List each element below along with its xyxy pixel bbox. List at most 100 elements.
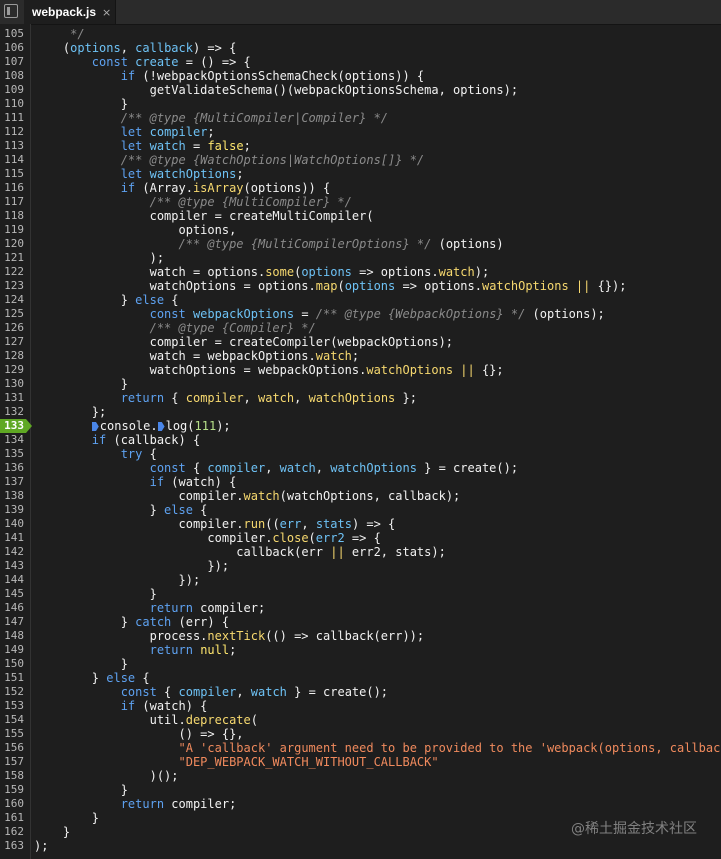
line-number[interactable]: 123 bbox=[0, 279, 24, 293]
line-number[interactable]: 112 bbox=[0, 125, 24, 139]
line-number[interactable]: 117 bbox=[0, 195, 24, 209]
line-number[interactable]: 148 bbox=[0, 629, 24, 643]
line-number[interactable]: 163 bbox=[0, 839, 24, 853]
line-number[interactable]: 162 bbox=[0, 825, 24, 839]
line-number[interactable]: 108 bbox=[0, 69, 24, 83]
line-number[interactable]: 135 bbox=[0, 447, 24, 461]
code-line: 106 (options, callback) => { bbox=[0, 41, 721, 55]
line-number[interactable]: 126 bbox=[0, 321, 24, 335]
line-number[interactable]: 133 bbox=[0, 419, 24, 433]
code-text: compiler.run((err, stats) => { bbox=[34, 517, 396, 531]
code-text: /** @type {WatchOptions|WatchOptions[]} … bbox=[34, 153, 424, 167]
line-number[interactable]: 158 bbox=[0, 769, 24, 783]
code-line: 113 let watch = false; bbox=[0, 139, 721, 153]
line-number[interactable]: 138 bbox=[0, 489, 24, 503]
line-number[interactable]: 145 bbox=[0, 587, 24, 601]
code-text: watch = options.some(options => options.… bbox=[34, 265, 490, 279]
line-number[interactable]: 150 bbox=[0, 657, 24, 671]
line-number[interactable]: 134 bbox=[0, 433, 24, 447]
line-number[interactable]: 151 bbox=[0, 671, 24, 685]
line-number[interactable]: 157 bbox=[0, 755, 24, 769]
line-number[interactable]: 125 bbox=[0, 307, 24, 321]
code-token: = bbox=[294, 307, 316, 321]
code-token: return bbox=[149, 601, 193, 615]
line-number[interactable]: 142 bbox=[0, 545, 24, 559]
line-number[interactable]: 114 bbox=[0, 153, 24, 167]
code-token: null bbox=[200, 643, 230, 657]
line-number[interactable]: 136 bbox=[0, 461, 24, 475]
line-number[interactable]: 105 bbox=[0, 27, 24, 41]
code-token: }; bbox=[34, 405, 107, 419]
line-number[interactable]: 120 bbox=[0, 237, 24, 251]
line-number[interactable]: 143 bbox=[0, 559, 24, 573]
line-number[interactable]: 154 bbox=[0, 713, 24, 727]
line-number[interactable]: 128 bbox=[0, 349, 24, 363]
line-number[interactable]: 141 bbox=[0, 531, 24, 545]
line-number[interactable]: 159 bbox=[0, 783, 24, 797]
code-text: options, bbox=[34, 223, 237, 237]
line-number[interactable]: 130 bbox=[0, 377, 24, 391]
line-number[interactable]: 127 bbox=[0, 335, 24, 349]
code-text: return null; bbox=[34, 643, 237, 657]
line-number[interactable]: 109 bbox=[0, 83, 24, 97]
close-icon[interactable]: × bbox=[102, 6, 111, 19]
line-number[interactable]: 116 bbox=[0, 181, 24, 195]
line-number[interactable]: 155 bbox=[0, 727, 24, 741]
line-number[interactable]: 121 bbox=[0, 251, 24, 265]
code-text: }; bbox=[34, 405, 106, 419]
code-text: if (watch) { bbox=[34, 475, 237, 489]
line-number[interactable]: 110 bbox=[0, 97, 24, 111]
line-number[interactable]: 118 bbox=[0, 209, 24, 223]
line-number[interactable]: 146 bbox=[0, 601, 24, 615]
code-line: 130 } bbox=[0, 377, 721, 391]
code-editor[interactable]: 105 */106 (options, callback) => {107 co… bbox=[0, 24, 721, 859]
code-token: ; bbox=[229, 643, 237, 657]
tab-webpack-js[interactable]: webpack.js × bbox=[24, 0, 116, 24]
code-line: 156 "A 'callback' argument need to be pr… bbox=[0, 741, 721, 755]
code-token: let bbox=[120, 167, 143, 181]
code-token: some bbox=[265, 265, 295, 279]
line-number[interactable]: 131 bbox=[0, 391, 24, 405]
code-text: ); bbox=[34, 251, 164, 265]
line-number[interactable]: 132 bbox=[0, 405, 24, 419]
line-number[interactable]: 149 bbox=[0, 643, 24, 657]
line-number[interactable]: 160 bbox=[0, 797, 24, 811]
line-number[interactable]: 107 bbox=[0, 55, 24, 69]
line-number[interactable]: 119 bbox=[0, 223, 24, 237]
code-token: watch bbox=[258, 391, 295, 405]
code-text: } bbox=[34, 587, 157, 601]
line-number[interactable]: 152 bbox=[0, 685, 24, 699]
line-number[interactable]: 124 bbox=[0, 293, 24, 307]
line-number[interactable]: 137 bbox=[0, 475, 24, 489]
code-line: 149 return null; bbox=[0, 643, 721, 657]
code-token: compiler; bbox=[164, 797, 237, 811]
line-number[interactable]: 115 bbox=[0, 167, 24, 181]
line-number[interactable]: 111 bbox=[0, 111, 24, 125]
code-token: callback(err bbox=[34, 545, 331, 559]
code-line: 112 let compiler; bbox=[0, 125, 721, 139]
line-number[interactable]: 144 bbox=[0, 573, 24, 587]
line-number[interactable]: 113 bbox=[0, 139, 24, 153]
line-number[interactable]: 106 bbox=[0, 41, 24, 55]
code-text: "DEP_WEBPACK_WATCH_WITHOUT_CALLBACK" bbox=[34, 755, 439, 769]
sidebar-toggle-icon[interactable] bbox=[4, 4, 18, 18]
line-number[interactable]: 156 bbox=[0, 741, 24, 755]
code-text: /** @type {Compiler} */ bbox=[34, 321, 316, 335]
line-number[interactable]: 153 bbox=[0, 699, 24, 713]
code-line: 140 compiler.run((err, stats) => { bbox=[0, 517, 721, 531]
tab-bar: webpack.js × bbox=[0, 0, 721, 25]
code-line: 158 )(); bbox=[0, 769, 721, 783]
line-number[interactable]: 139 bbox=[0, 503, 24, 517]
code-token: else bbox=[135, 293, 165, 307]
line-number[interactable]: 140 bbox=[0, 517, 24, 531]
line-number[interactable]: 129 bbox=[0, 363, 24, 377]
line-number[interactable]: 161 bbox=[0, 811, 24, 825]
line-number[interactable]: 147 bbox=[0, 615, 24, 629]
line-number[interactable]: 122 bbox=[0, 265, 24, 279]
